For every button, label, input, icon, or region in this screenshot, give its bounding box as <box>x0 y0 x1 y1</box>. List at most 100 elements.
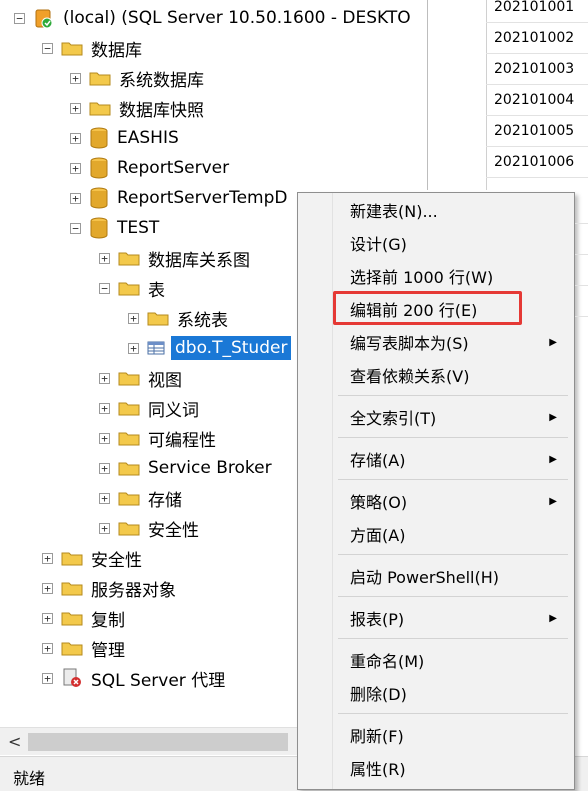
context-menu: 新建表(N)... 设计(G) 选择前 1000 行(W) 编辑前 200 行(… <box>297 192 575 790</box>
tree-node-db-snapshots[interactable]: + 数据库快照 <box>70 93 204 123</box>
tree-node-security[interactable]: + 安全性 <box>42 543 142 573</box>
grid-line <box>575 316 588 317</box>
tree-node-system-databases[interactable]: + 系统数据库 <box>70 63 204 93</box>
expand-icon[interactable]: + <box>128 342 139 354</box>
menu-item-label: 重命名(M) <box>350 652 425 671</box>
grid-cell[interactable]: 202101005 <box>486 116 588 147</box>
collapse-icon[interactable]: − <box>99 282 110 294</box>
collapse-icon[interactable]: − <box>42 42 53 54</box>
databases-label: 数据库 <box>91 40 142 61</box>
tree-node-reportserver[interactable]: + ReportServer <box>70 153 229 183</box>
tree-node-db-diagrams[interactable]: + 数据库关系图 <box>99 243 250 273</box>
expand-icon[interactable]: + <box>70 192 81 204</box>
expand-icon[interactable]: + <box>99 522 110 534</box>
expand-icon[interactable]: + <box>99 252 110 264</box>
security-label: 安全性 <box>91 550 142 571</box>
tables-label: 表 <box>148 280 165 301</box>
collapse-icon[interactable]: − <box>70 222 81 234</box>
menu-item-start-powershell[interactable]: 启动 PowerShell(H) <box>350 561 565 591</box>
menu-item-facets[interactable]: 方面(A) <box>350 519 565 549</box>
expand-icon[interactable]: + <box>42 612 53 624</box>
grid-cell[interactable]: 202101002 <box>486 23 588 54</box>
tree-node-databases[interactable]: − 数据库 <box>42 33 142 63</box>
menu-item-refresh[interactable]: 刷新(F) <box>350 720 565 750</box>
expand-icon[interactable]: + <box>99 462 110 474</box>
tree-node-eashis[interactable]: + EASHIS <box>70 123 179 153</box>
folder-icon <box>61 550 83 566</box>
folder-icon <box>61 40 83 56</box>
grid-cell[interactable]: 202101006 <box>486 147 588 178</box>
tree-node-reportservertemp[interactable]: + ReportServerTempD <box>70 183 288 213</box>
tree-node-programmability[interactable]: + 可编程性 <box>99 423 216 453</box>
folder-icon <box>118 400 140 416</box>
expand-icon[interactable]: + <box>42 582 53 594</box>
folder-icon <box>61 580 83 596</box>
tree-node-server[interactable]: − (local) (SQL Server 10.50.1600 - DESKT… <box>14 3 411 33</box>
expand-icon[interactable]: + <box>42 552 53 564</box>
menu-item-view-dependencies[interactable]: 查看依赖关系(V) <box>350 360 565 390</box>
expand-icon[interactable]: + <box>70 162 81 174</box>
grid-cell[interactable]: 202101003 <box>486 54 588 85</box>
tree-node-selected-table[interactable]: + dbo.T_Studer <box>128 333 292 363</box>
tree-node-server-objects[interactable]: + 服务器对象 <box>42 573 176 603</box>
expand-icon[interactable]: + <box>99 432 110 444</box>
menu-item-new-table[interactable]: 新建表(N)... <box>350 195 565 225</box>
database-icon <box>89 186 109 210</box>
expand-icon[interactable]: + <box>128 312 139 324</box>
database-icon <box>89 126 109 150</box>
database-icon <box>89 156 109 180</box>
tree-node-replication[interactable]: + 复制 <box>42 603 125 633</box>
menu-item-select-top-1000[interactable]: 选择前 1000 行(W) <box>350 261 565 291</box>
scrollbar-thumb[interactable] <box>28 733 288 751</box>
expand-icon[interactable]: + <box>42 672 53 684</box>
scroll-left-icon[interactable]: < <box>8 732 21 751</box>
expand-icon[interactable]: + <box>99 492 110 504</box>
expand-icon[interactable]: + <box>99 402 110 414</box>
folder-icon <box>61 610 83 626</box>
menu-separator <box>338 479 568 480</box>
menu-item-full-text-index[interactable]: 全文索引(T) ▶ <box>350 402 565 432</box>
folder-icon <box>147 310 169 326</box>
tree-node-views[interactable]: + 视图 <box>99 363 182 393</box>
menu-item-script-table-as[interactable]: 编写表脚本为(S) ▶ <box>350 327 565 357</box>
database-icon <box>89 216 109 240</box>
expand-icon[interactable]: + <box>42 642 53 654</box>
tree-node-synonyms[interactable]: + 同义词 <box>99 393 199 423</box>
grid-line <box>575 223 588 224</box>
reportservertemp-label: ReportServerTempD <box>117 188 288 208</box>
menu-item-label: 刷新(F) <box>350 727 404 746</box>
tree-node-tables[interactable]: − 表 <box>99 273 165 303</box>
menu-item-label: 方面(A) <box>350 526 406 545</box>
expand-icon[interactable]: + <box>70 72 81 84</box>
grid-cell[interactable]: 202101001 <box>486 0 588 23</box>
sql-agent-icon <box>61 667 83 689</box>
menu-item-reports[interactable]: 报表(P) ▶ <box>350 603 565 633</box>
menu-item-design[interactable]: 设计(G) <box>350 228 565 258</box>
collapse-icon[interactable]: − <box>14 12 25 24</box>
menu-item-label: 选择前 1000 行(W) <box>350 268 494 287</box>
menu-item-storage[interactable]: 存储(A) ▶ <box>350 444 565 474</box>
expand-icon[interactable]: + <box>70 102 81 114</box>
tree-node-system-tables[interactable]: + 系统表 <box>128 303 228 333</box>
folder-icon <box>118 430 140 446</box>
menu-item-properties[interactable]: 属性(R) <box>350 753 565 783</box>
menu-separator <box>338 638 568 639</box>
folder-icon <box>89 70 111 86</box>
menu-item-policies[interactable]: 策略(O) ▶ <box>350 486 565 516</box>
management-label: 管理 <box>91 640 125 661</box>
menu-item-delete[interactable]: 删除(D) <box>350 678 565 708</box>
tree-node-storage[interactable]: + 存储 <box>99 483 182 513</box>
menu-item-rename[interactable]: 重命名(M) <box>350 645 565 675</box>
replication-label: 复制 <box>91 610 125 631</box>
server-icon <box>33 7 55 29</box>
expand-icon[interactable]: + <box>70 132 81 144</box>
tree-node-test[interactable]: − TEST <box>70 213 159 243</box>
tree-node-sql-agent[interactable]: + SQL Server 代理 <box>42 663 225 693</box>
tree-node-db-security[interactable]: + 安全性 <box>99 513 199 543</box>
tree-node-service-broker[interactable]: + Service Broker <box>99 453 272 483</box>
sql-agent-label: SQL Server 代理 <box>91 670 226 691</box>
submenu-arrow-icon: ▶ <box>549 612 557 624</box>
grid-cell[interactable]: 202101004 <box>486 85 588 116</box>
tree-node-management[interactable]: + 管理 <box>42 633 125 663</box>
expand-icon[interactable]: + <box>99 372 110 384</box>
